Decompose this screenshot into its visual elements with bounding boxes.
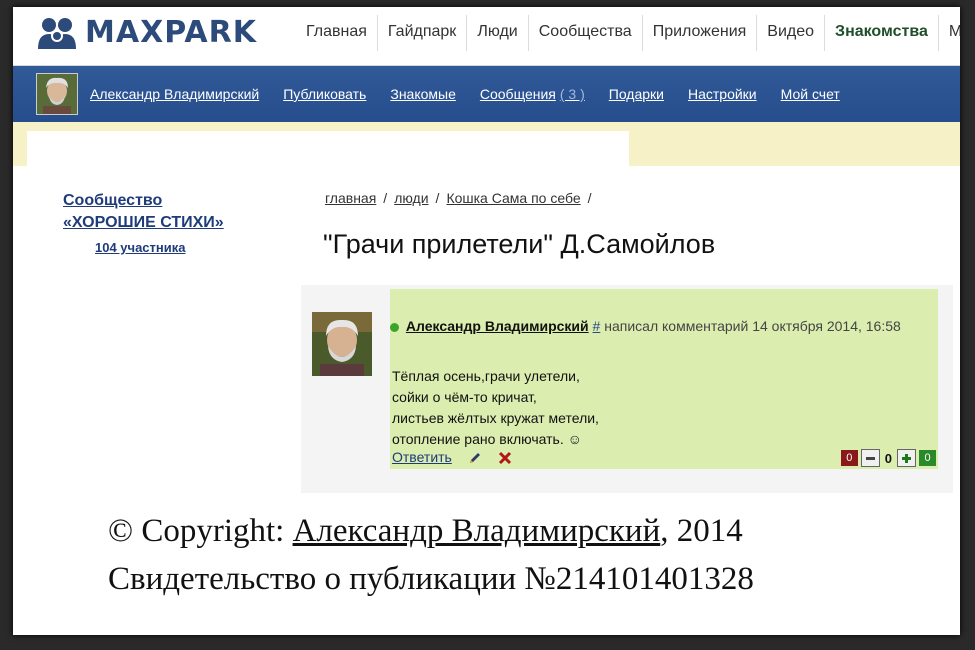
certificate-line: Свидетельство о публикации №214101401328 xyxy=(108,561,754,597)
community-label: Сообщество xyxy=(63,192,163,209)
nav-home[interactable]: Главная xyxy=(296,15,378,51)
account-link[interactable]: Мой счет xyxy=(781,86,840,102)
messages-link[interactable]: Сообщения( 3 ) xyxy=(480,86,585,102)
nav-more[interactable]: М xyxy=(939,15,960,51)
comment-line: листьев жёлтых кружат метели, xyxy=(392,410,599,426)
logo[interactable]: MAXPARK xyxy=(37,15,257,50)
comment-line: сойки о чём-то кричат, xyxy=(392,389,537,405)
nav-communities[interactable]: Сообщества xyxy=(529,15,643,51)
user-menu: Александр Владимирский Публиковать Знако… xyxy=(90,66,864,122)
vote-up-button[interactable] xyxy=(897,449,916,467)
copyright-prefix: © Copyright: xyxy=(108,513,293,549)
page-frame: MAXPARK Главная Гайдпарк Люди Сообщества… xyxy=(13,7,960,635)
breadcrumb-home[interactable]: главная xyxy=(325,190,376,206)
gifts-link[interactable]: Подарки xyxy=(609,86,664,102)
community-card: Сообщество «ХОРОШИЕ СТИХИ» 104 участника xyxy=(63,190,273,255)
messages-label: Сообщения xyxy=(479,86,556,102)
breadcrumb-people[interactable]: люди xyxy=(394,190,428,206)
vote-down-button[interactable] xyxy=(860,449,880,467)
people-logo-icon xyxy=(37,16,77,50)
comment-author-avatar[interactable] xyxy=(312,312,372,376)
plus-icon xyxy=(902,453,911,463)
delete-icon[interactable] xyxy=(498,451,512,465)
user-name-link[interactable]: Александр Владимирский xyxy=(90,86,259,102)
top-nav: Главная Гайдпарк Люди Сообщества Приложе… xyxy=(296,15,960,51)
messages-count: ( 3 ) xyxy=(559,86,585,102)
copyright-line: © Copyright: Александр Владимирский, 201… xyxy=(108,507,754,555)
comment-header: Александр Владимирский # написал коммент… xyxy=(390,316,935,336)
comment-line: отопление рано включать. ☺ xyxy=(392,431,582,447)
settings-link[interactable]: Настройки xyxy=(688,86,757,102)
community-link[interactable]: Сообщество «ХОРОШИЕ СТИХИ» xyxy=(63,190,273,234)
members-link[interactable]: 104 участника xyxy=(95,240,273,255)
acquaintances-link[interactable]: Знакомые xyxy=(390,86,456,102)
community-title: «ХОРОШИЕ СТИХИ» xyxy=(63,214,224,231)
copyright-author-link[interactable]: Александр Владимирский xyxy=(293,513,661,549)
comment-author-link[interactable]: Александр Владимирский xyxy=(406,318,589,334)
nav-video[interactable]: Видео xyxy=(757,15,826,51)
comment-text: Тёплая осень,грачи улетели, сойки о чём-… xyxy=(392,366,599,450)
reply-link[interactable]: Ответить xyxy=(392,449,452,465)
copyright-block: © Copyright: Александр Владимирский, 201… xyxy=(108,507,754,603)
edit-icon[interactable] xyxy=(468,451,482,465)
blank-panel xyxy=(27,131,629,179)
publish-link[interactable]: Публиковать xyxy=(283,86,366,102)
top-bar: MAXPARK Главная Гайдпарк Люди Сообщества… xyxy=(13,7,960,66)
breadcrumb-user[interactable]: Кошка Сама по себе xyxy=(446,190,580,206)
comment-line: Тёплая осень,грачи улетели, xyxy=(392,368,580,384)
comment-meta: написал комментарий 14 октября 2014, 16:… xyxy=(604,318,901,334)
nav-people[interactable]: Люди xyxy=(467,15,529,51)
comment-votes: 0 0 0 xyxy=(840,449,936,467)
nav-apps[interactable]: Приложения xyxy=(643,15,758,51)
vote-score: 0 xyxy=(884,450,892,466)
copyright-year: , 2014 xyxy=(660,513,743,549)
user-avatar[interactable] xyxy=(36,73,78,115)
page-title: "Грачи прилетели" Д.Самойлов xyxy=(323,229,716,259)
logo-text: MAXPARK xyxy=(85,15,257,50)
comment-actions: Ответить xyxy=(392,449,512,465)
plus-votes-count: 0 xyxy=(919,450,936,466)
nav-hydepark[interactable]: Гайдпарк xyxy=(378,15,468,51)
minus-icon xyxy=(865,456,875,460)
comment: Александр Владимирский # написал коммент… xyxy=(390,289,938,469)
user-bar: Александр Владимирский Публиковать Знако… xyxy=(13,66,960,122)
nav-dating[interactable]: Знакомства xyxy=(825,15,939,51)
comment-permalink[interactable]: # xyxy=(593,318,601,334)
online-status-icon xyxy=(390,322,399,332)
breadcrumb: главная / люди / Кошка Сама по себе / xyxy=(325,190,592,206)
minus-votes-count: 0 xyxy=(840,450,858,466)
